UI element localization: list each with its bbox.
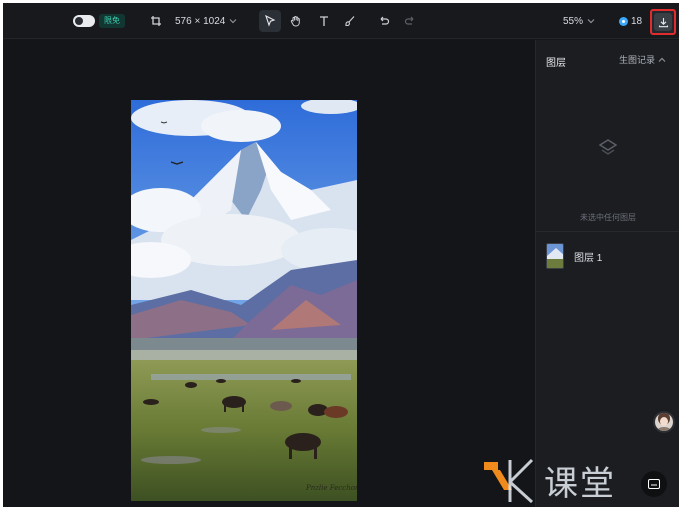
artwork-signature: Pnzlie Fecchon (305, 484, 357, 492)
hand-icon (290, 16, 300, 27)
credits-value: 18 (631, 15, 643, 27)
zoom-value: 55% (563, 15, 584, 27)
top-toolbar: 限免 576 × 1024 55% 18 (3, 3, 679, 39)
panel-header: 图层 生图记录 (536, 40, 679, 78)
undo-button[interactable] (373, 10, 395, 32)
hand-tool-button[interactable] (285, 10, 307, 32)
zoom-select[interactable]: 55% (563, 3, 595, 39)
canvas-size-value: 576 × 1024 (175, 15, 226, 27)
watermark-text: 课堂 (544, 463, 616, 504)
redo-button[interactable] (399, 10, 421, 32)
redo-icon (404, 16, 414, 25)
layer-name: 图层 1 (574, 252, 603, 264)
text-icon (320, 16, 328, 26)
assistant-avatar[interactable] (653, 411, 675, 433)
credits-counter[interactable]: 18 (619, 3, 642, 39)
chevron-down-icon (587, 19, 595, 24)
history-label: 生图记录 (618, 55, 655, 65)
layers-panel: 图层 生图记录 未选中任何图层 图层 1 (535, 40, 679, 507)
history-toggle[interactable]: 生图记录 (619, 53, 666, 66)
free-mode-toggle[interactable] (73, 15, 95, 27)
layer-thumbnail (546, 243, 564, 269)
canvas-area[interactable]: Pnzlie Fecchon (3, 40, 535, 507)
undo-icon (380, 16, 390, 25)
download-button[interactable] (650, 9, 676, 35)
generated-image[interactable]: Pnzlie Fecchon (131, 100, 357, 501)
brush-icon (345, 16, 355, 27)
chevron-down-icon (229, 19, 237, 24)
download-icon (658, 17, 668, 27)
empty-state-message: 未选中任何图层 (580, 213, 636, 222)
layer-item[interactable]: 图层 1 (546, 242, 602, 270)
crop-icon[interactable] (149, 3, 163, 39)
watermark-logo-icon (484, 458, 534, 504)
canvas-size-select[interactable]: 576 × 1024 (175, 3, 237, 39)
panel-title: 图层 (546, 58, 566, 69)
empty-layer-icon (598, 139, 618, 155)
limited-free-badge: 限免 (99, 14, 125, 28)
pointer-icon (265, 15, 276, 27)
select-tool-button[interactable] (259, 10, 281, 32)
credit-coin-icon (619, 16, 628, 26)
brush-tool-button[interactable] (339, 10, 361, 32)
chevron-up-icon (658, 57, 666, 62)
properties-empty-state: 未选中任何图层 (536, 78, 679, 232)
text-tool-button[interactable] (313, 10, 335, 32)
watermark: 课堂 (480, 452, 683, 508)
editor-window: 限免 576 × 1024 55% 18 Pnzlie Fecchon 图层 生… (3, 3, 679, 507)
